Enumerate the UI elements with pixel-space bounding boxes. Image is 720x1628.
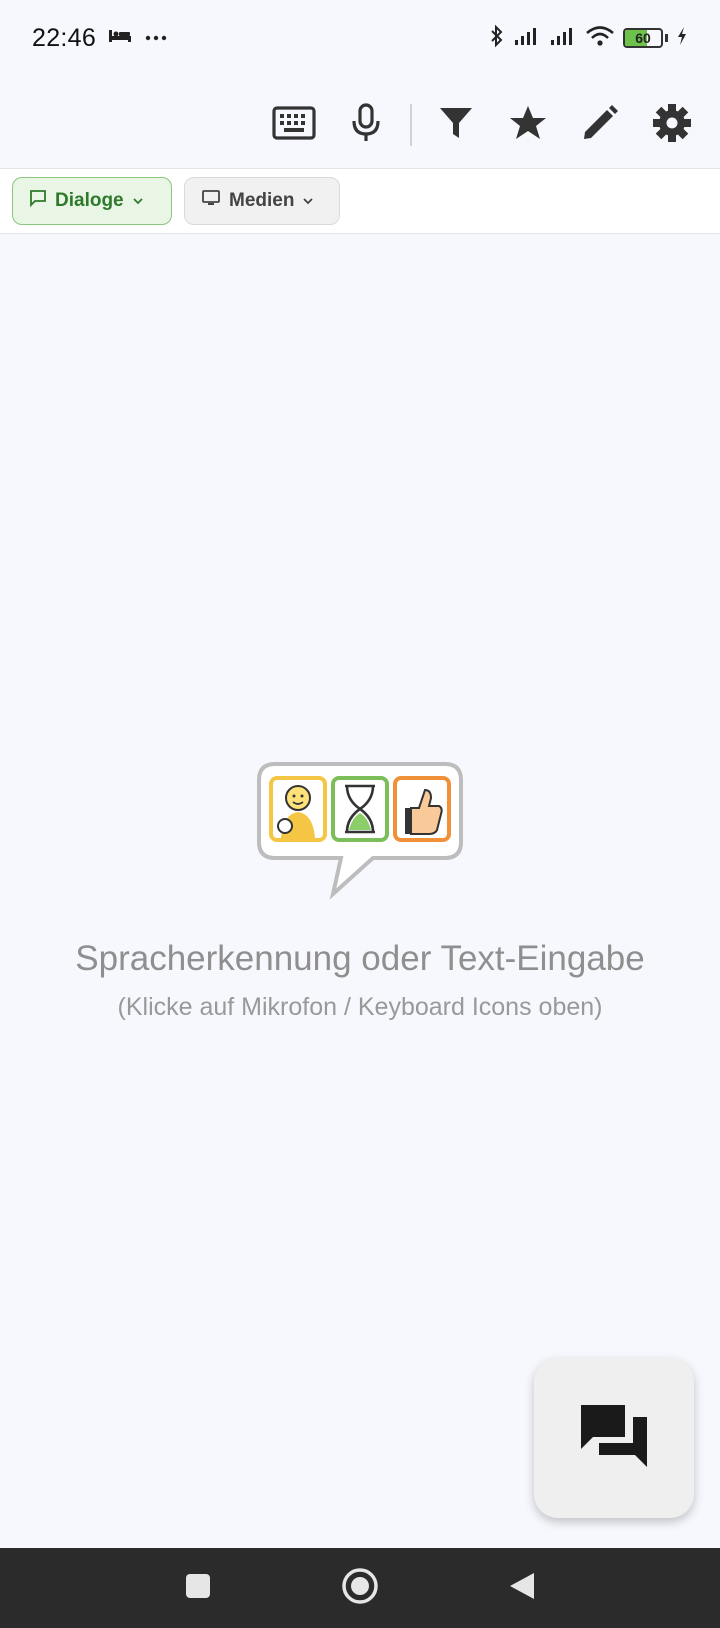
recents-icon: [184, 1573, 212, 1604]
chat-bubbles-icon: [579, 1403, 649, 1474]
empty-state: Spracherkennung oder Text-Eingabe (Klick…: [0, 760, 720, 1022]
new-dialog-fab[interactable]: [534, 1358, 694, 1518]
home-button[interactable]: [341, 1567, 379, 1610]
star-icon: [509, 105, 547, 146]
microphone-icon: [349, 102, 383, 148]
status-left: 22:46: [32, 24, 168, 53]
keyboard-icon: [272, 105, 316, 145]
medien-label: Medien: [229, 190, 295, 211]
back-button[interactable]: [508, 1571, 536, 1606]
recents-button[interactable]: [184, 1572, 212, 1605]
chevron-down-icon: [302, 190, 314, 212]
empty-state-subtitle: (Klicke auf Mikrofon / Keyboard Icons ob…: [117, 993, 603, 1021]
filter-icon: [438, 105, 474, 146]
dialoge-label: Dialoge: [55, 190, 124, 211]
filter-bar: Dialoge Medien: [0, 168, 720, 234]
medien-filter-chip[interactable]: Medien: [184, 177, 340, 225]
signal-icon: [513, 26, 541, 51]
toolbar: [0, 82, 720, 168]
pencil-icon: [581, 104, 619, 147]
monitor-icon: [201, 189, 221, 213]
signal-icon: [549, 26, 577, 51]
edit-button[interactable]: [564, 89, 636, 161]
dialoge-filter-chip[interactable]: Dialoge: [12, 177, 172, 225]
bluetooth-icon: [489, 24, 505, 53]
symbol-speech-bubble-illustration: [0, 760, 720, 905]
status-time: 22:46: [32, 23, 97, 52]
gear-icon: [652, 103, 692, 148]
back-icon: [508, 1572, 536, 1605]
status-bar: 22:46 60: [0, 0, 720, 76]
sleep-icon: [108, 28, 132, 49]
settings-button[interactable]: [636, 89, 708, 161]
battery-cap: [665, 34, 668, 42]
wifi-icon: [585, 25, 615, 52]
more-dots-icon: [144, 29, 168, 47]
battery-level: 60: [635, 30, 651, 46]
status-right: 60: [489, 24, 688, 53]
chevron-down-icon: [132, 190, 144, 212]
favorites-button[interactable]: [492, 89, 564, 161]
system-nav-bar: [0, 1548, 720, 1628]
battery-icon: 60: [623, 28, 663, 48]
microphone-button[interactable]: [330, 89, 402, 161]
empty-state-title: Spracherkennung oder Text-Eingabe: [75, 939, 645, 978]
home-icon: [341, 1567, 379, 1609]
chat-bubble-icon: [29, 189, 47, 213]
toolbar-divider: [410, 104, 412, 146]
charging-icon: [676, 26, 688, 51]
filter-button[interactable]: [420, 89, 492, 161]
keyboard-button[interactable]: [258, 89, 330, 161]
